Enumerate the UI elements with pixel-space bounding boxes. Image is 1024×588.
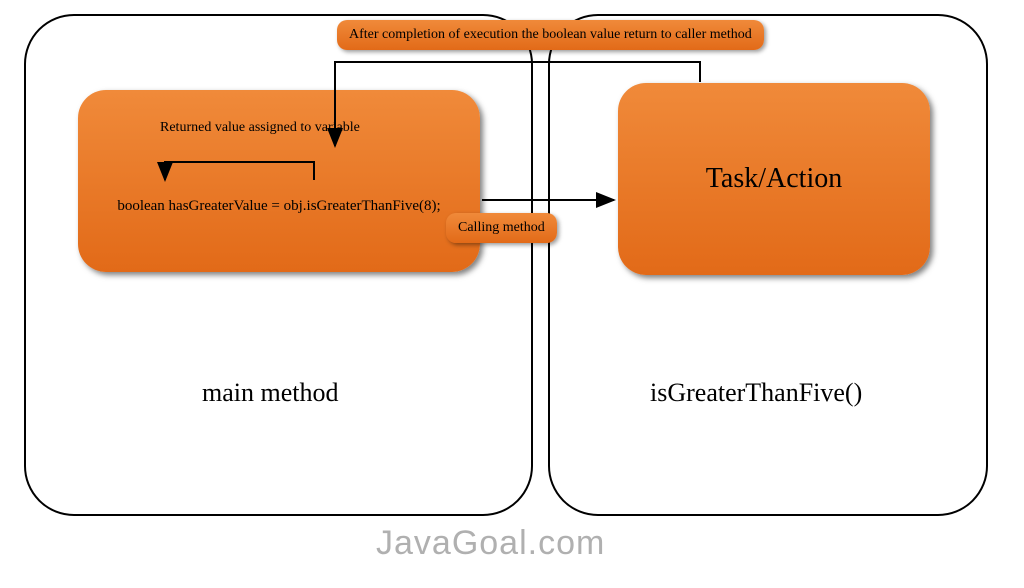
calling-badge: Calling method (446, 213, 557, 243)
main-method-title: main method (202, 378, 338, 408)
top-badge: After completion of execution the boolea… (337, 20, 764, 50)
task-block: Task/Action (618, 83, 930, 275)
inner-annotation: Returned value assigned to variable (160, 120, 360, 136)
code-block: Returned value assigned to variable bool… (78, 90, 480, 272)
code-text: boolean hasGreaterValue = obj.isGreaterT… (90, 198, 468, 215)
task-label: Task/Action (706, 163, 842, 195)
right-method-title: isGreaterThanFive() (650, 378, 862, 408)
watermark: JavaGoal.com (376, 524, 605, 563)
